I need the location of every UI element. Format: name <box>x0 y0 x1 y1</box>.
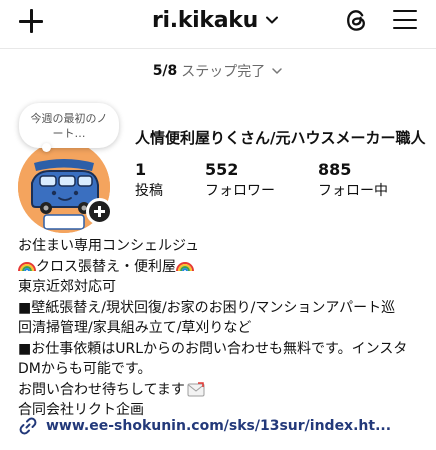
bio-line: ■壁紙張替え/現状回復/お家のお困り/マンションアパート巡 <box>18 299 396 316</box>
envelope-icon <box>187 381 205 396</box>
followers-label: フォロワー <box>205 183 275 199</box>
following-label: フォロー中 <box>318 183 388 199</box>
posts-stat[interactable]: 1 投稿 <box>135 160 163 200</box>
website-link-text[interactable]: www.ee-shokunin.com/sks/13sur/index.ht..… <box>46 418 391 434</box>
chevron-down-icon <box>266 16 278 24</box>
username: ri.kikaku <box>152 7 258 33</box>
threads-icon[interactable] <box>343 7 370 34</box>
bio-line-text: クロス張替え・便利屋 <box>36 258 176 275</box>
hamburger-menu-icon[interactable] <box>393 10 417 30</box>
followers-stat[interactable]: 552 フォロワー <box>205 160 275 200</box>
posts-label: 投稿 <box>135 183 163 199</box>
following-count: 885 <box>318 160 352 179</box>
rainbow-icon <box>18 261 36 271</box>
bio: お住まい専用コンシェルジュ クロス張替え・便利屋 東京近郊対応可 ■壁紙張替え/… <box>18 236 428 421</box>
chevron-down-icon <box>272 68 283 74</box>
following-stat[interactable]: 885 フォロー中 <box>318 160 388 200</box>
posts-count: 1 <box>135 160 147 179</box>
note-bubble-tail <box>42 143 51 152</box>
note-text: 今週の最初のノート… <box>30 112 108 140</box>
bio-line: ■お仕事依頼はURLからのお問い合わせも無料です。インスタ <box>18 340 408 357</box>
bio-line: クロス張替え・便利屋 <box>18 257 428 278</box>
bio-line-text: お問い合わせ待ちしてます <box>18 381 185 398</box>
rainbow-icon <box>176 261 194 271</box>
steps-count: 5/8 <box>152 63 178 79</box>
account-switcher[interactable]: ri.kikaku <box>152 5 280 35</box>
top-bar: ri.kikaku <box>0 0 436 44</box>
bio-line: 東京近郊対応可 <box>18 279 116 295</box>
header-divider <box>0 48 436 49</box>
bio-line: 回清掃管理/家具組み立て/草刈りなど <box>18 320 252 336</box>
website-link[interactable]: www.ee-shokunin.com/sks/13sur/index.ht..… <box>18 416 391 436</box>
link-icon <box>19 417 37 435</box>
profile-stats: 1 投稿 552 フォロワー 885 フォロー中 <box>135 160 425 204</box>
note-bubble[interactable]: 今週の最初のノート… <box>19 103 119 148</box>
plus-icon[interactable] <box>18 8 44 34</box>
bio-line: お問い合わせ待ちしてます <box>18 380 428 401</box>
bio-line: お住まい専用コンシェルジュ <box>18 238 200 254</box>
add-story-button[interactable] <box>86 198 113 225</box>
steps-label: ステップ完了 <box>181 64 266 80</box>
steps-progress[interactable]: 5/8 ステップ完了 <box>0 61 436 81</box>
followers-count: 552 <box>205 160 239 179</box>
display-name: 人情便利屋りくさん/元ハウスメーカー職人 <box>135 129 426 147</box>
bio-line: DMからも可能です。 <box>18 361 152 377</box>
